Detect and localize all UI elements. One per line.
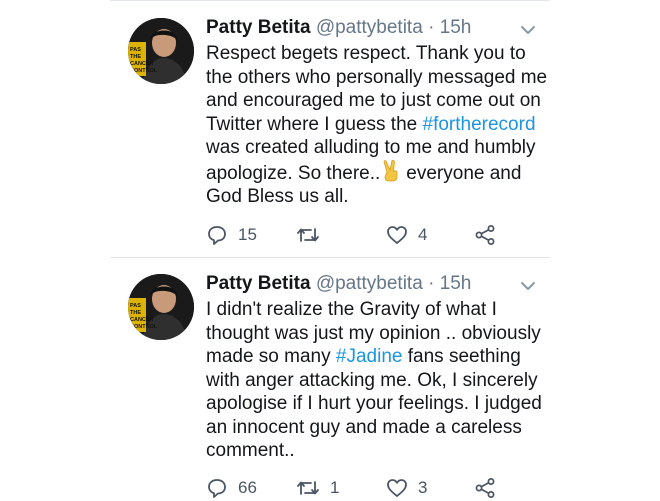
tweet-text: Respect begets respect. Thank you to the… [206,42,548,209]
tweet-line: comment.. [206,440,295,461]
retweet-button[interactable] [296,222,330,248]
tweet-actions: 15 4 [206,222,546,248]
avatar-badge-text: THE [130,310,141,316]
heart-icon [387,226,407,244]
tweet-text-segment: everyone and [406,162,522,184]
share-icon [475,225,495,245]
tweet-line: the others who personally messaged me [206,66,548,88]
tweet-text-segment: apologize. So there.. [206,162,381,184]
retweet-icon [297,228,319,242]
avatar-badge-text: CANCER [130,61,154,67]
reply-button[interactable]: 66 [206,475,257,501]
chevron-down-icon[interactable] [520,24,536,36]
share-icon [475,478,495,498]
tweet-line: with anger attacking me. Ok, I sincerely [206,369,538,391]
tweet-line: God Bless us all. [206,186,349,207]
chevron-down-icon[interactable] [520,280,536,292]
reply-icon [208,226,226,245]
avatar[interactable]: PAS THE CANCER CONTROL [128,274,194,340]
timestamp[interactable]: 15h [440,17,472,38]
like-count: 3 [418,478,428,497]
timestamp[interactable]: 15h [440,273,472,294]
avatar[interactable]: PAS THE CANCER CONTROL [128,18,194,84]
tweet-line: and encouraged me to just come out on [206,90,541,111]
divider [110,0,550,1]
avatar-badge-text: CANCER [130,317,154,323]
tweet[interactable]: PAS THE CANCER CONTROL Patty Betita @pat… [110,2,550,257]
separator: · [428,273,435,294]
reply-icon [208,479,226,498]
retweet-icon [297,481,319,495]
like-count: 4 [418,225,428,244]
author-handle[interactable]: @pattybetita [316,273,423,294]
avatar-badge-text: PAS [130,47,141,53]
retweet-button[interactable]: 1 [296,475,339,501]
tweet[interactable]: PAS THE CANCER CONTROL Patty Betita @pat… [110,258,550,500]
share-button[interactable] [474,475,496,501]
tweet-line: I didn't realize the Gravity of what I [206,299,497,320]
share-button[interactable] [474,222,496,248]
tweet-line: made so many #Jadine fans seething [206,345,546,369]
author-name[interactable]: Patty Betita [206,17,311,38]
hashtag-link[interactable]: #Jadine [336,346,403,367]
tweet-line: an innocent guy and made a careless [206,416,522,438]
author-name[interactable]: Patty Betita [206,273,311,294]
tweet-line: was created alluding to me and humbly [206,137,536,158]
like-button[interactable]: 3 [386,475,427,501]
separator: · [428,17,435,38]
tweet-line: apologise if I hurt your feelings. I jud… [206,393,542,414]
reply-count: 15 [238,225,257,244]
tweet-header: Patty Betita @pattybetita · 15h [206,272,471,296]
avatar-badge-text: PAS [130,303,141,309]
tweet-text-segment: Twitter where I guess the [206,113,423,135]
reply-count: 66 [238,478,257,497]
tweet-line: Twitter where I guess the #fortherecord [206,113,546,137]
retweet-count: 1 [330,478,340,497]
tweet-line: thought was just my opinion .. obviously [206,322,541,344]
reply-button[interactable]: 15 [206,222,257,248]
tweet-text: I didn't realize the Gravity of what I t… [206,298,546,463]
hashtag-link[interactable]: #fortherecord [423,114,536,135]
heart-icon [387,479,407,497]
tweet-header: Patty Betita @pattybetita · 15h [206,16,471,40]
tweet-line: Respect begets respect. Thank you to [206,43,526,64]
tweet-text-segment: fans seething [402,346,521,367]
victory-hand-icon [383,159,398,181]
author-handle[interactable]: @pattybetita [316,17,423,38]
tweet-line: apologize. So there.. everyone and [206,159,546,186]
avatar-badge-text: CONTROL [130,68,158,74]
avatar-badge-text: THE [130,54,141,60]
like-button[interactable]: 4 [386,222,427,248]
tweet-actions: 66 1 3 [206,475,546,501]
avatar-badge-text: CONTROL [130,324,158,330]
tweet-text-segment: made so many [206,346,336,367]
